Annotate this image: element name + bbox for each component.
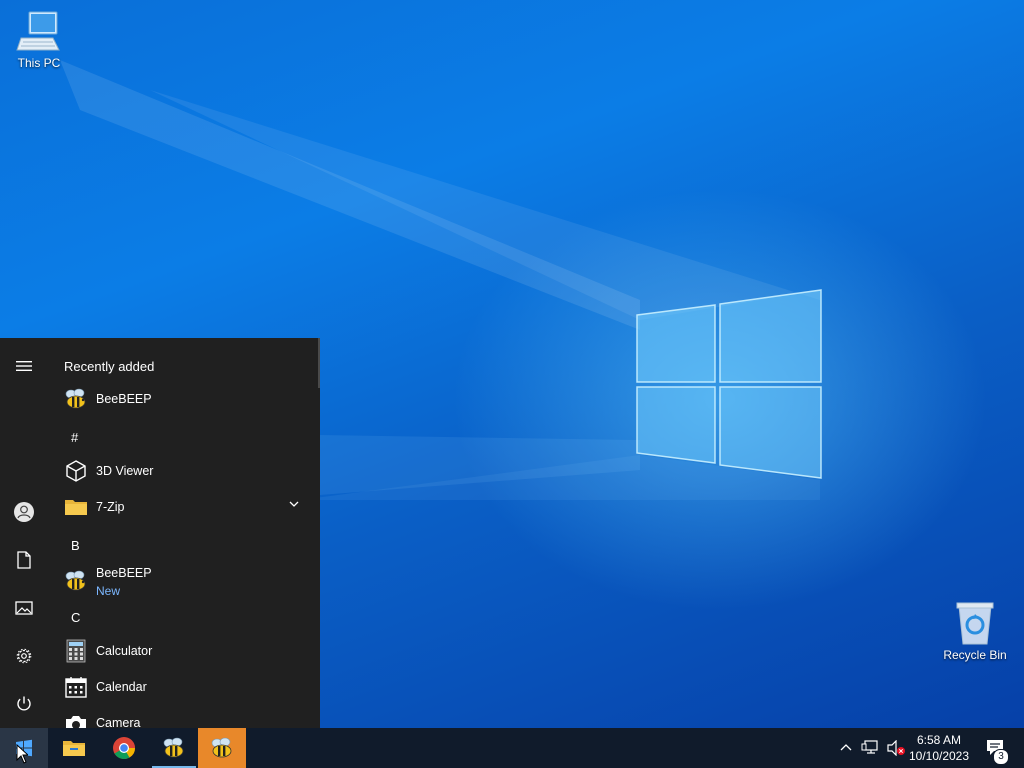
app-list[interactable]: Recently added BeeBEEP # 3D Viewer 7-Zip… xyxy=(48,338,320,728)
clock-time: 6:58 AM xyxy=(916,733,962,747)
group-header-hash[interactable]: # xyxy=(71,430,78,445)
beebeep-icon xyxy=(163,737,184,758)
chevron-up-icon xyxy=(840,744,852,751)
chevron-down-icon[interactable] xyxy=(288,499,300,509)
app-label: Calculator xyxy=(96,644,153,658)
network-button[interactable] xyxy=(858,728,882,768)
clock-date: 10/10/2023 xyxy=(908,749,970,763)
beebeep-icon xyxy=(64,387,88,411)
taskbar: 6:58 AM 10/10/2023 3 xyxy=(0,728,1024,768)
start-button[interactable] xyxy=(0,728,48,768)
taskbar-file-explorer[interactable] xyxy=(50,728,98,768)
expand-menu-button[interactable] xyxy=(0,346,48,386)
user-account-icon xyxy=(14,502,34,522)
chrome-icon xyxy=(113,737,135,759)
desktop-icon-recycle-bin[interactable]: Recycle Bin xyxy=(939,600,1011,662)
app-item-7-zip[interactable]: 7-Zip xyxy=(48,489,320,525)
pictures-button[interactable] xyxy=(0,588,48,628)
taskbar-chrome[interactable] xyxy=(100,728,148,768)
this-pc-icon xyxy=(15,8,63,54)
mouse-cursor-icon xyxy=(16,744,28,764)
app-item-beebeep-recent[interactable]: BeeBEEP xyxy=(48,381,320,417)
windows-logo-wallpaper xyxy=(636,289,822,479)
power-icon xyxy=(17,696,31,711)
documents-icon xyxy=(17,551,31,569)
volume-muted-icon xyxy=(887,740,905,756)
recently-added-heading: Recently added xyxy=(64,359,155,374)
3d-viewer-icon xyxy=(64,459,88,483)
calendar-icon xyxy=(64,675,88,699)
notification-count-badge: 3 xyxy=(993,749,1009,765)
documents-button[interactable] xyxy=(0,540,48,580)
beebeep-active-icon xyxy=(211,737,232,758)
beebeep-icon xyxy=(64,569,88,593)
start-menu-rail xyxy=(0,338,48,728)
app-item-3d-viewer[interactable]: 3D Viewer xyxy=(48,453,320,489)
desktop-icon-this-pc[interactable]: This PC xyxy=(3,8,75,70)
show-hidden-icons-button[interactable] xyxy=(836,728,856,768)
camera-icon xyxy=(64,711,88,728)
desktop-icon-label: Recycle Bin xyxy=(943,648,1007,662)
app-label: BeeBEEP xyxy=(96,392,152,406)
folder-icon xyxy=(64,495,88,519)
group-header-b[interactable]: B xyxy=(71,538,80,553)
app-label: BeeBEEP xyxy=(96,566,152,580)
app-item-calculator[interactable]: Calculator xyxy=(48,633,320,669)
start-menu: Recently added BeeBEEP # 3D Viewer 7-Zip… xyxy=(0,338,320,728)
app-item-beebeep[interactable]: BeeBEEP New xyxy=(48,559,320,603)
app-item-calendar[interactable]: Calendar xyxy=(48,669,320,705)
user-account-button[interactable] xyxy=(0,492,48,532)
settings-button[interactable] xyxy=(0,636,48,676)
action-center-button[interactable]: 3 xyxy=(978,728,1014,768)
desktop-icon-label: This PC xyxy=(17,56,61,70)
app-item-camera[interactable]: Camera xyxy=(48,705,320,728)
pictures-icon xyxy=(15,601,33,615)
file-explorer-icon xyxy=(63,741,85,756)
taskbar-beebeep[interactable] xyxy=(150,728,198,768)
app-label: Calendar xyxy=(96,680,147,694)
hamburger-menu-icon xyxy=(16,361,32,371)
app-label: Camera xyxy=(96,716,141,728)
taskbar-beebeep-active[interactable] xyxy=(198,728,246,768)
group-header-c[interactable]: C xyxy=(71,610,80,625)
network-icon xyxy=(861,740,878,754)
clock[interactable]: 6:58 AM 10/10/2023 xyxy=(906,728,972,768)
new-badge: New xyxy=(96,584,121,598)
power-button[interactable] xyxy=(0,684,48,724)
app-label: 3D Viewer xyxy=(96,464,154,478)
calculator-icon xyxy=(64,639,88,663)
volume-button[interactable] xyxy=(884,728,908,768)
recycle-bin-icon xyxy=(951,600,999,646)
app-label: 7-Zip xyxy=(96,500,125,514)
settings-icon xyxy=(16,648,32,664)
